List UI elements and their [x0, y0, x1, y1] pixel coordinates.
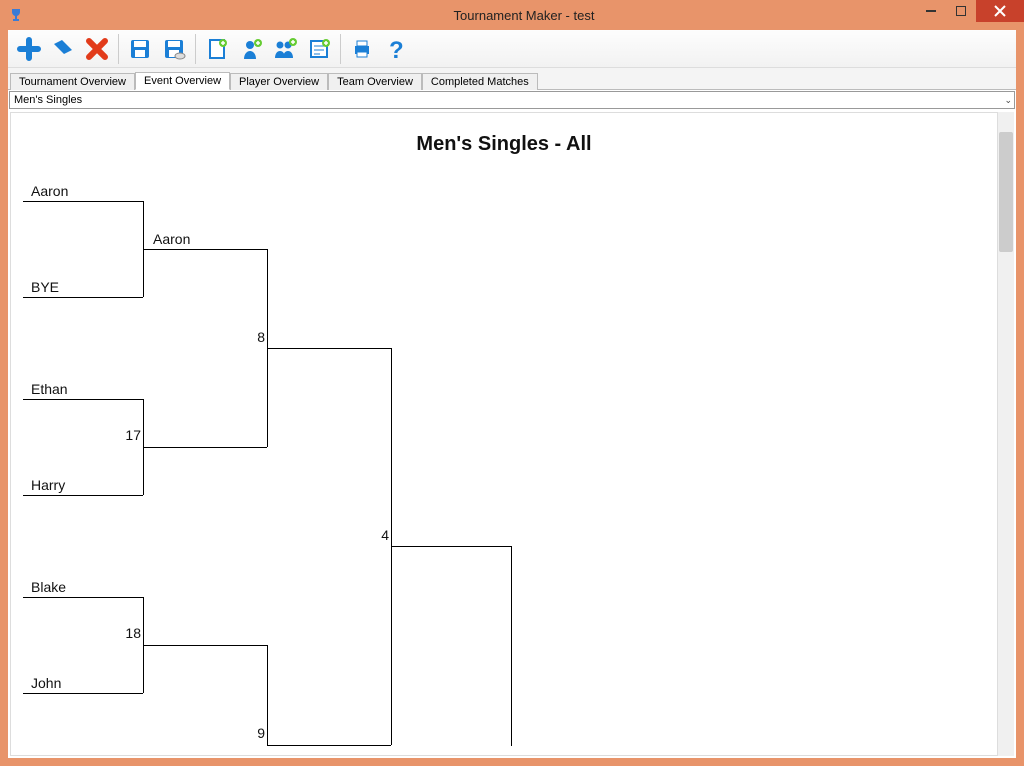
toolbar-separator [118, 34, 119, 64]
tab-event-overview[interactable]: Event Overview [135, 72, 230, 90]
toolbar-separator [195, 34, 196, 64]
maximize-button[interactable] [946, 0, 976, 22]
match-number: 8 [251, 329, 265, 345]
minimize-button[interactable] [916, 0, 946, 22]
open-button[interactable] [46, 32, 80, 66]
window-title: Tournament Maker - test [24, 8, 1024, 23]
bracket-canvas[interactable]: Men's Singles - All Aaron BYE Ethan Harr… [10, 112, 998, 756]
add-note-button[interactable] [302, 32, 336, 66]
player-label: Aaron [31, 183, 68, 199]
content-area: Men's Singles - All Aaron BYE Ethan Harr… [8, 110, 1016, 758]
tab-player-overview[interactable]: Player Overview [230, 73, 328, 90]
delete-button[interactable] [80, 32, 114, 66]
match-number: 9 [251, 725, 265, 741]
titlebar[interactable]: Tournament Maker - test [0, 0, 1024, 30]
add-button[interactable] [12, 32, 46, 66]
tab-tournament-overview[interactable]: Tournament Overview [10, 73, 135, 90]
player-label: BYE [31, 279, 59, 295]
tab-team-overview[interactable]: Team Overview [328, 73, 422, 90]
add-player-button[interactable] [234, 32, 268, 66]
chevron-down-icon: ⌄ [1004, 95, 1012, 106]
save-as-button[interactable] [157, 32, 191, 66]
scrollbar-thumb[interactable] [999, 132, 1013, 252]
save-button[interactable] [123, 32, 157, 66]
app-icon [8, 7, 24, 23]
vertical-scrollbar[interactable] [998, 112, 1014, 756]
toolbar: ? [8, 30, 1016, 68]
player-label: John [31, 675, 61, 691]
player-label: Aaron [153, 231, 190, 247]
tab-completed-matches[interactable]: Completed Matches [422, 73, 538, 90]
player-label: Blake [31, 579, 66, 595]
event-dropdown[interactable]: Men's Singles ⌄ [9, 91, 1015, 109]
svg-text:?: ? [389, 37, 404, 62]
match-number: 18 [121, 625, 141, 641]
match-number: 17 [121, 427, 141, 443]
new-document-button[interactable] [200, 32, 234, 66]
add-team-button[interactable] [268, 32, 302, 66]
close-button[interactable] [976, 0, 1024, 22]
toolbar-separator [340, 34, 341, 64]
help-button[interactable]: ? [379, 32, 413, 66]
player-label: Harry [31, 477, 65, 493]
player-label: Ethan [31, 381, 68, 397]
tab-bar: Tournament Overview Event Overview Playe… [8, 68, 1016, 90]
event-dropdown-value: Men's Singles [14, 94, 82, 106]
print-button[interactable] [345, 32, 379, 66]
match-number: 4 [375, 527, 389, 543]
bracket-title: Men's Singles - All [11, 133, 997, 156]
